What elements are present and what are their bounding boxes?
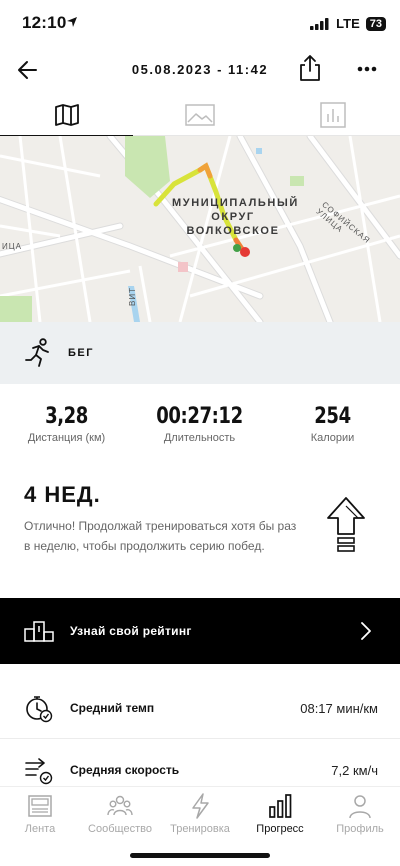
workout-stats: 3,28 Дистанция (км) 00:27:12 Длительност…: [0, 404, 400, 464]
bar-chart-icon: [319, 102, 346, 128]
metric-average-pace-label: Средний темп: [70, 701, 155, 715]
stat-distance: 3,28 Дистанция (км): [0, 404, 133, 444]
stat-distance-value: 3,28: [45, 404, 88, 429]
activity-label: БЕГ: [68, 347, 94, 359]
stat-calories-label: Калории: [310, 432, 355, 444]
metric-average-speed-value: 7,2 км/ч: [331, 762, 378, 778]
pace-stopwatch-icon: [26, 696, 53, 723]
location-arrow-icon: [67, 17, 77, 27]
street-label-left: ИЦА: [2, 242, 23, 251]
network-label: LTE: [336, 16, 360, 31]
streak-section: 4 НЕД. Отлично! Продолжай тренироваться …: [24, 482, 376, 582]
more-options-icon[interactable]: [356, 58, 378, 80]
status-time: 12:10: [22, 13, 67, 32]
speed-icon: [25, 758, 53, 785]
rating-label: Узнай свой рейтинг: [70, 624, 192, 638]
running-icon: [25, 338, 49, 367]
rating-banner[interactable]: Узнай свой рейтинг: [0, 598, 400, 664]
signal-icon: [310, 17, 329, 30]
stat-duration-value: 00:27:12: [156, 404, 243, 429]
view-tabs: [0, 94, 400, 137]
stat-distance-label: Дистанция (км): [27, 432, 106, 444]
stat-calories: 254 Калории: [266, 404, 399, 444]
streak-text: Отлично! Продолжай тренироваться хотя бы…: [24, 519, 297, 553]
home-indicator: [130, 853, 270, 858]
stat-duration: 00:27:12 Длительность: [133, 404, 266, 444]
divider: [0, 738, 400, 739]
nav-training[interactable]: Тренировка: [160, 793, 240, 835]
map-icon: [54, 104, 79, 126]
page-title: 05.08.2023 - 11:42: [131, 62, 269, 77]
nav-feed-label: Лента: [24, 823, 56, 835]
nav-feed[interactable]: Лента: [0, 793, 80, 835]
level-up-arrow-icon: [327, 497, 365, 552]
profile-icon: [349, 795, 371, 819]
nav-progress[interactable]: Прогресс: [240, 793, 320, 835]
nav-progress-label: Прогресс: [256, 823, 304, 835]
chevron-right-icon: [361, 622, 371, 640]
route-map[interactable]: МУНИЦИПАЛЬНЫЙ ОКРУГ ВОЛКОВСКОЕ СОФИЙСКАЯ…: [0, 136, 400, 322]
podium-icon: [24, 621, 54, 642]
nav-community[interactable]: Сообщество: [80, 793, 160, 835]
feed-icon: [28, 795, 52, 817]
lightning-icon: [192, 793, 209, 819]
community-icon: [107, 795, 133, 816]
share-icon[interactable]: [298, 54, 322, 82]
stat-duration-label: Длительность: [163, 432, 236, 444]
tab-map[interactable]: [0, 94, 133, 137]
metric-average-speed-label: Средняя скорость: [70, 763, 180, 777]
metric-average-pace: Средний темп 08:17 мин/км: [0, 678, 400, 738]
district-label: МУНИЦИПАЛЬНЫЙ ОКРУГ ВОЛКОВСКОЕ: [172, 197, 299, 237]
streak-title: 4 НЕД.: [24, 482, 101, 507]
activity-type-row: БЕГ: [0, 322, 400, 384]
street-label-vit: ВИТ: [128, 287, 137, 306]
tab-photos[interactable]: [133, 94, 266, 136]
nav-training-label: Тренировка: [170, 823, 230, 835]
nav-community-label: Сообщество: [88, 823, 152, 835]
nav-profile[interactable]: Профиль: [320, 793, 400, 835]
stat-calories-value: 254: [314, 404, 351, 429]
progress-bars-icon: [269, 794, 292, 818]
tab-charts[interactable]: [266, 94, 399, 136]
status-bar: 12:10 LTE 73: [0, 0, 400, 46]
nav-profile-label: Профиль: [336, 823, 384, 835]
image-icon: [184, 104, 215, 126]
metric-average-pace-value: 08:17 мин/км: [300, 700, 378, 716]
battery-icon: 73: [365, 16, 386, 31]
bottom-navigation: Лента Сообщество Тренировка Прогресс Про…: [0, 786, 400, 866]
header: 05.08.2023 - 11:42: [0, 46, 400, 94]
